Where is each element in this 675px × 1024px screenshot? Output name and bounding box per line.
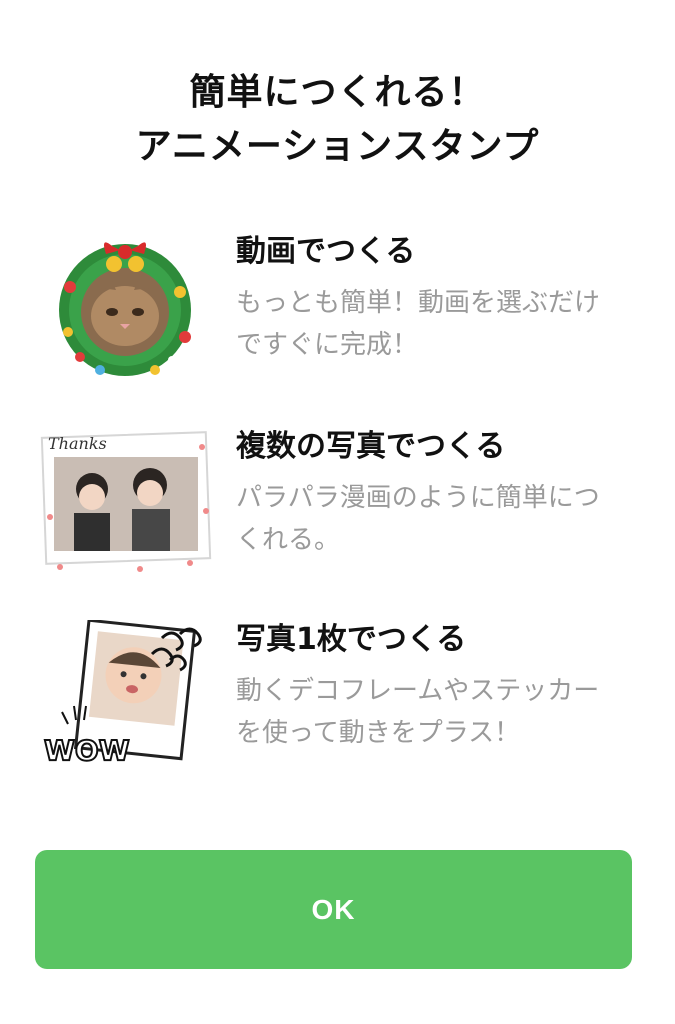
- feature-description: もっとも簡単！動画を選ぶだけですぐに完成！: [236, 288, 601, 360]
- page-title: 簡単につくれる！ アニメーションスタンプ: [0, 66, 675, 174]
- feature-heading: 写真1枚でつくる: [236, 622, 467, 657]
- title-line-2: アニメーションスタンプ: [135, 126, 540, 167]
- feature-heading: 動画でつくる: [236, 234, 416, 269]
- feature-description: パラパラ漫画のように簡単につくれる。: [236, 483, 600, 555]
- feature-video: 動画でつくる もっとも簡単！動画を選ぶだけですぐに完成！: [40, 232, 640, 402]
- svg-text:WOW: WOW: [44, 734, 130, 767]
- title-line-1: 簡単につくれる！: [189, 72, 486, 113]
- feature-heading: 複数の写真でつくる: [236, 429, 506, 464]
- feature-single-photo: WOW 写真1枚でつくる 動くデコフレームやステッカーを使って動きをプラス！: [40, 618, 640, 790]
- ok-button[interactable]: OK: [35, 850, 632, 969]
- christmas-wreath-cat-icon: [40, 232, 215, 382]
- photo-collage-icon: Thanks: [40, 427, 215, 577]
- feature-description: 動くデコフレームやステッカーを使って動きをプラス！: [236, 676, 600, 748]
- polaroid-wow-icon: WOW: [40, 618, 215, 770]
- svg-text:Thanks: Thanks: [48, 434, 107, 453]
- feature-multiple-photos: Thanks 複数の写真でつくる パラパラ漫画のように簡単につくれる。: [40, 427, 640, 597]
